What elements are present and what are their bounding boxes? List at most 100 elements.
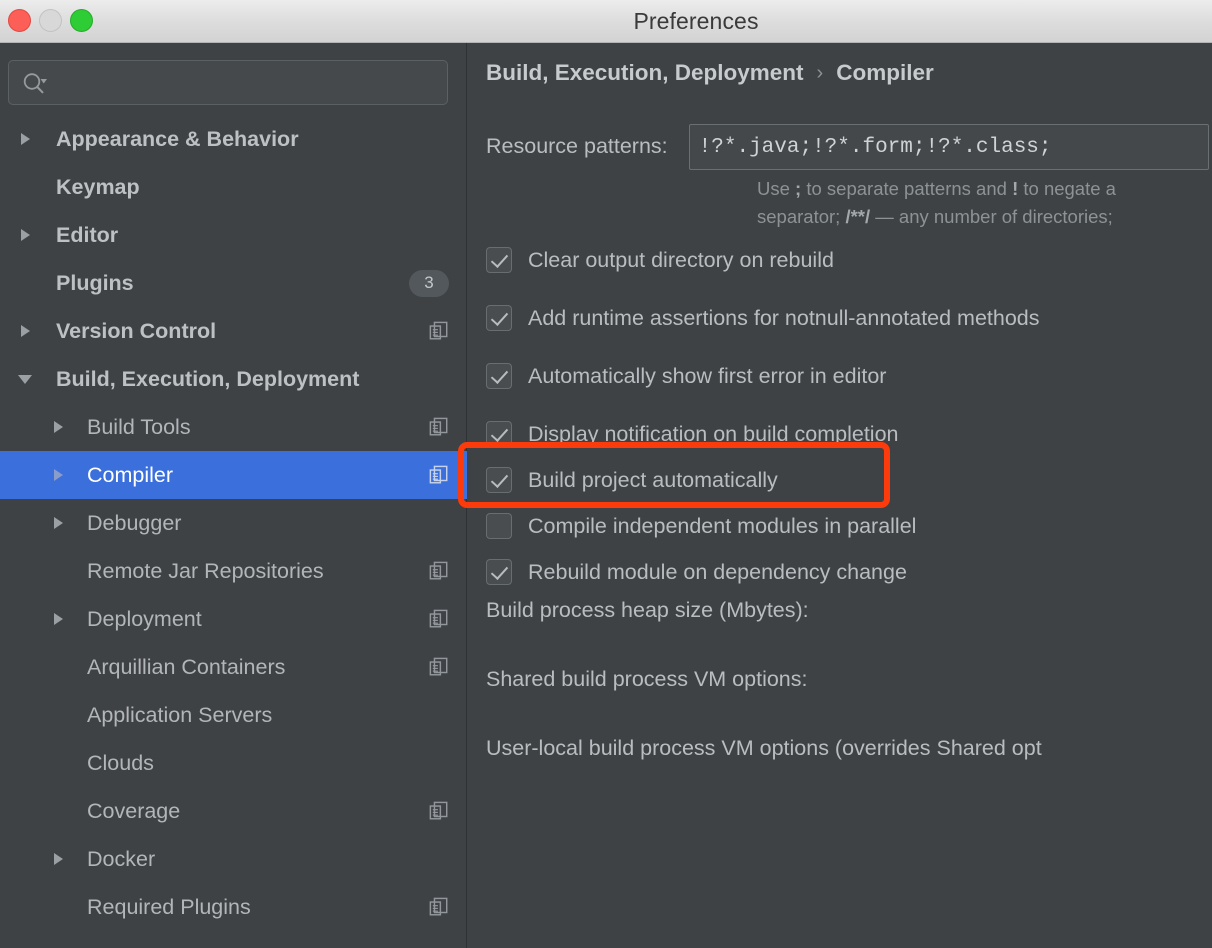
disclosure-slot [47, 787, 69, 835]
sidebar-item-debugger[interactable]: Debugger [0, 499, 467, 547]
copy-icon[interactable] [429, 321, 449, 342]
disclosure-slot [47, 883, 69, 931]
checkbox-checked-icon[interactable] [486, 363, 512, 389]
checkbox-row[interactable]: Clear output directory on rebuild [486, 241, 1212, 279]
chevron-right-icon [53, 517, 63, 529]
sidebar-item-build-execution-deployment[interactable]: Build, Execution, Deployment [0, 355, 467, 403]
checkbox-checked-icon[interactable] [486, 305, 512, 331]
disclosure-slot[interactable] [47, 835, 69, 883]
sidebar-item-label: Deployment [87, 606, 202, 631]
sidebar-item-label: Clouds [87, 750, 154, 775]
sidebar-item-appearance-behavior[interactable]: Appearance & Behavior [0, 115, 467, 163]
field-label: User-local build process VM options (ove… [486, 736, 1042, 760]
resource-patterns-label: Resource patterns: [486, 134, 668, 158]
checkbox-checked-icon[interactable] [486, 247, 512, 273]
sidebar-item-label: Arquillian Containers [87, 654, 286, 679]
chevron-right-icon [20, 325, 30, 337]
chevron-right-icon [53, 421, 63, 433]
checkbox-row[interactable]: Display notification on build completion [486, 415, 1212, 453]
sidebar-item-label: Keymap [56, 174, 140, 199]
copy-icon[interactable] [429, 609, 449, 630]
copy-icon[interactable] [429, 417, 449, 438]
chevron-right-icon [53, 613, 63, 625]
checkbox-row[interactable]: Build project automatically [486, 461, 1212, 499]
disclosure-slot[interactable] [47, 499, 69, 547]
sidebar-item-label: Application Servers [87, 702, 273, 727]
sidebar-item-build-tools[interactable]: Build Tools [0, 403, 467, 451]
checkbox-row[interactable]: Compile independent modules in parallel [486, 507, 1212, 545]
hint-globstar: /**/ [845, 206, 871, 227]
disclosure-slot[interactable] [47, 403, 69, 451]
checkbox-unchecked-icon[interactable] [486, 513, 512, 539]
sidebar-item-required-plugins[interactable]: Required Plugins [0, 883, 467, 931]
field-label: Build process heap size (Mbytes): [486, 598, 809, 622]
window-content: Appearance & Behavior Keymap Editor Plugins… [0, 43, 1212, 948]
copy-icon[interactable] [429, 801, 449, 822]
hint-text-4: separator; [757, 206, 846, 227]
sidebar-item-docker[interactable]: Docker [0, 835, 467, 883]
copy-icon[interactable] [429, 897, 449, 918]
disclosure-slot[interactable] [47, 595, 69, 643]
sidebar-item-label: Compiler [87, 462, 174, 487]
sidebar-item-label: Debugger [87, 510, 182, 535]
field-label: Shared build process VM options: [486, 667, 808, 691]
search-box[interactable] [8, 60, 448, 106]
sidebar-item-label: Appearance & Behavior [56, 126, 299, 151]
sidebar-item-clouds[interactable]: Clouds [0, 739, 467, 787]
checkbox-row[interactable]: Rebuild module on dependency change [486, 553, 1212, 591]
disclosure-slot[interactable] [14, 115, 36, 163]
breadcrumb-current: Compiler [836, 60, 934, 85]
sidebar-item-remote-jar-repositories[interactable]: Remote Jar Repositories [0, 547, 467, 595]
disclosure-slot [14, 259, 36, 307]
disclosure-slot[interactable] [14, 355, 36, 403]
sidebar-item-label: Editor [56, 222, 119, 247]
settings-detail-panel: Build, Execution, Deployment › Compiler … [468, 43, 1212, 948]
sidebar-item-editor[interactable]: Editor [0, 211, 467, 259]
checkbox-checked-icon[interactable] [486, 467, 512, 493]
plugin-count-badge: 3 [409, 269, 449, 297]
chevron-right-icon [53, 469, 63, 481]
sidebar-item-application-servers[interactable]: Application Servers [0, 691, 467, 739]
copy-icon[interactable] [429, 465, 449, 486]
sidebar-item-label: Version Control [56, 318, 217, 343]
hint-text-1: Use [757, 178, 796, 199]
disclosure-slot[interactable] [47, 451, 69, 499]
sidebar-item-label: Remote Jar Repositories [87, 558, 324, 583]
sidebar-item-plugins[interactable]: Plugins 3 [0, 259, 467, 307]
copy-icon[interactable] [429, 561, 449, 582]
disclosure-slot [14, 163, 36, 211]
sidebar-item-label: Build, Execution, Deployment [56, 366, 360, 391]
sidebar-item-deployment[interactable]: Deployment [0, 595, 467, 643]
sidebar-item-version-control[interactable]: Version Control [0, 307, 467, 355]
disclosure-slot[interactable] [14, 307, 36, 355]
chevron-right-icon [20, 133, 30, 145]
disclosure-slot [47, 547, 69, 595]
compiler-options-list: Clear output directory on rebuild Add run… [486, 241, 1212, 599]
checkbox-checked-icon[interactable] [486, 559, 512, 585]
disclosure-slot[interactable] [14, 211, 36, 259]
breadcrumb: Build, Execution, Deployment › Compiler [486, 60, 934, 86]
preferences-window: Preferences Appearance & Behavior Keymap E… [0, 0, 1212, 948]
sidebar-item-label: Coverage [87, 798, 181, 823]
checkbox-row[interactable]: Automatically show first error in editor [486, 357, 1212, 395]
chevron-right-icon [53, 853, 63, 865]
sidebar-item-coverage[interactable]: Coverage [0, 787, 467, 835]
sidebar-item-label: Docker [87, 846, 156, 871]
breadcrumb-root[interactable]: Build, Execution, Deployment [486, 60, 804, 86]
resource-patterns-row: Resource patterns: [486, 124, 1212, 170]
resource-patterns-hint: Use ; to separate patterns and ! to nega… [757, 175, 1212, 231]
checkbox-checked-icon[interactable] [486, 421, 512, 447]
disclosure-slot [47, 739, 69, 787]
checkbox-row[interactable]: Add runtime assertions for notnull-annot… [486, 299, 1212, 337]
copy-icon[interactable] [429, 657, 449, 678]
breadcrumb-separator-icon: › [816, 61, 824, 84]
sidebar-item-keymap[interactable]: Keymap [0, 163, 467, 211]
sidebar-item-compiler[interactable]: Compiler [0, 451, 467, 499]
sidebar-item-arquillian-containers[interactable]: Arquillian Containers [0, 643, 467, 691]
settings-tree: Appearance & Behavior Keymap Editor Plugins… [0, 115, 467, 948]
resource-patterns-input[interactable] [688, 124, 1209, 170]
chevron-right-icon [20, 229, 30, 241]
disclosure-slot [47, 691, 69, 739]
search-icon [23, 73, 47, 94]
search-input[interactable] [55, 61, 439, 106]
